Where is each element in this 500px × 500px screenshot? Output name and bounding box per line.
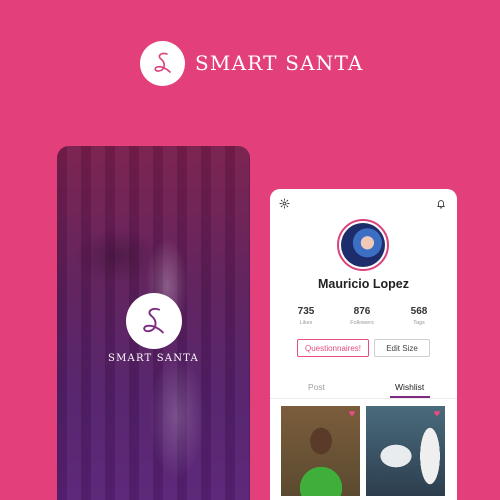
avatar-photo xyxy=(341,223,385,267)
avatar[interactable] xyxy=(337,219,389,271)
brand-name: SMART SANTA xyxy=(195,51,364,75)
stat-likes[interactable]: 735 Likes xyxy=(281,306,331,326)
edit-size-button[interactable]: Edit Size xyxy=(374,339,430,357)
brand-logo xyxy=(140,40,185,86)
profile-stats: 735 Likes 876 Followers 568 Tags xyxy=(270,306,457,330)
stat-value: 735 xyxy=(297,306,315,317)
stat-value: 568 xyxy=(410,306,428,317)
tab-divider xyxy=(270,398,457,399)
stat-label: Tags xyxy=(413,320,425,326)
notifications-button[interactable] xyxy=(434,196,448,210)
tab-post[interactable]: Post xyxy=(308,382,325,392)
heart-icon[interactable] xyxy=(348,409,356,417)
heart-icon[interactable] xyxy=(433,409,441,417)
script-s-logo-icon xyxy=(153,52,171,73)
tab-wishlist[interactable]: Wishlist xyxy=(395,382,424,392)
splash-logo xyxy=(126,293,182,349)
stat-value: 876 xyxy=(353,306,371,317)
splash-screen: SMART SANTA xyxy=(57,146,250,500)
settings-button[interactable] xyxy=(277,196,291,210)
script-s-logo-icon xyxy=(143,308,164,334)
stat-label: Likes xyxy=(299,320,313,326)
stat-followers[interactable]: 876 Followers xyxy=(337,306,387,326)
bell-icon xyxy=(437,199,445,208)
profile-name: Mauricio Lopez xyxy=(318,277,409,291)
splash-brand-name: SMART SANTA xyxy=(108,353,199,364)
profile-screen: Mauricio Lopez 735 Likes 876 Followers 5… xyxy=(270,189,457,500)
stat-label: Followers xyxy=(350,320,374,326)
wishlist-item[interactable] xyxy=(281,406,360,496)
questionnaires-button[interactable]: Questionnaires! xyxy=(297,339,369,357)
gear-icon xyxy=(278,197,290,209)
wishlist-item[interactable] xyxy=(366,406,445,496)
brand-header: SMART SANTA xyxy=(140,40,362,86)
stat-tags[interactable]: 568 Tags xyxy=(394,306,444,326)
